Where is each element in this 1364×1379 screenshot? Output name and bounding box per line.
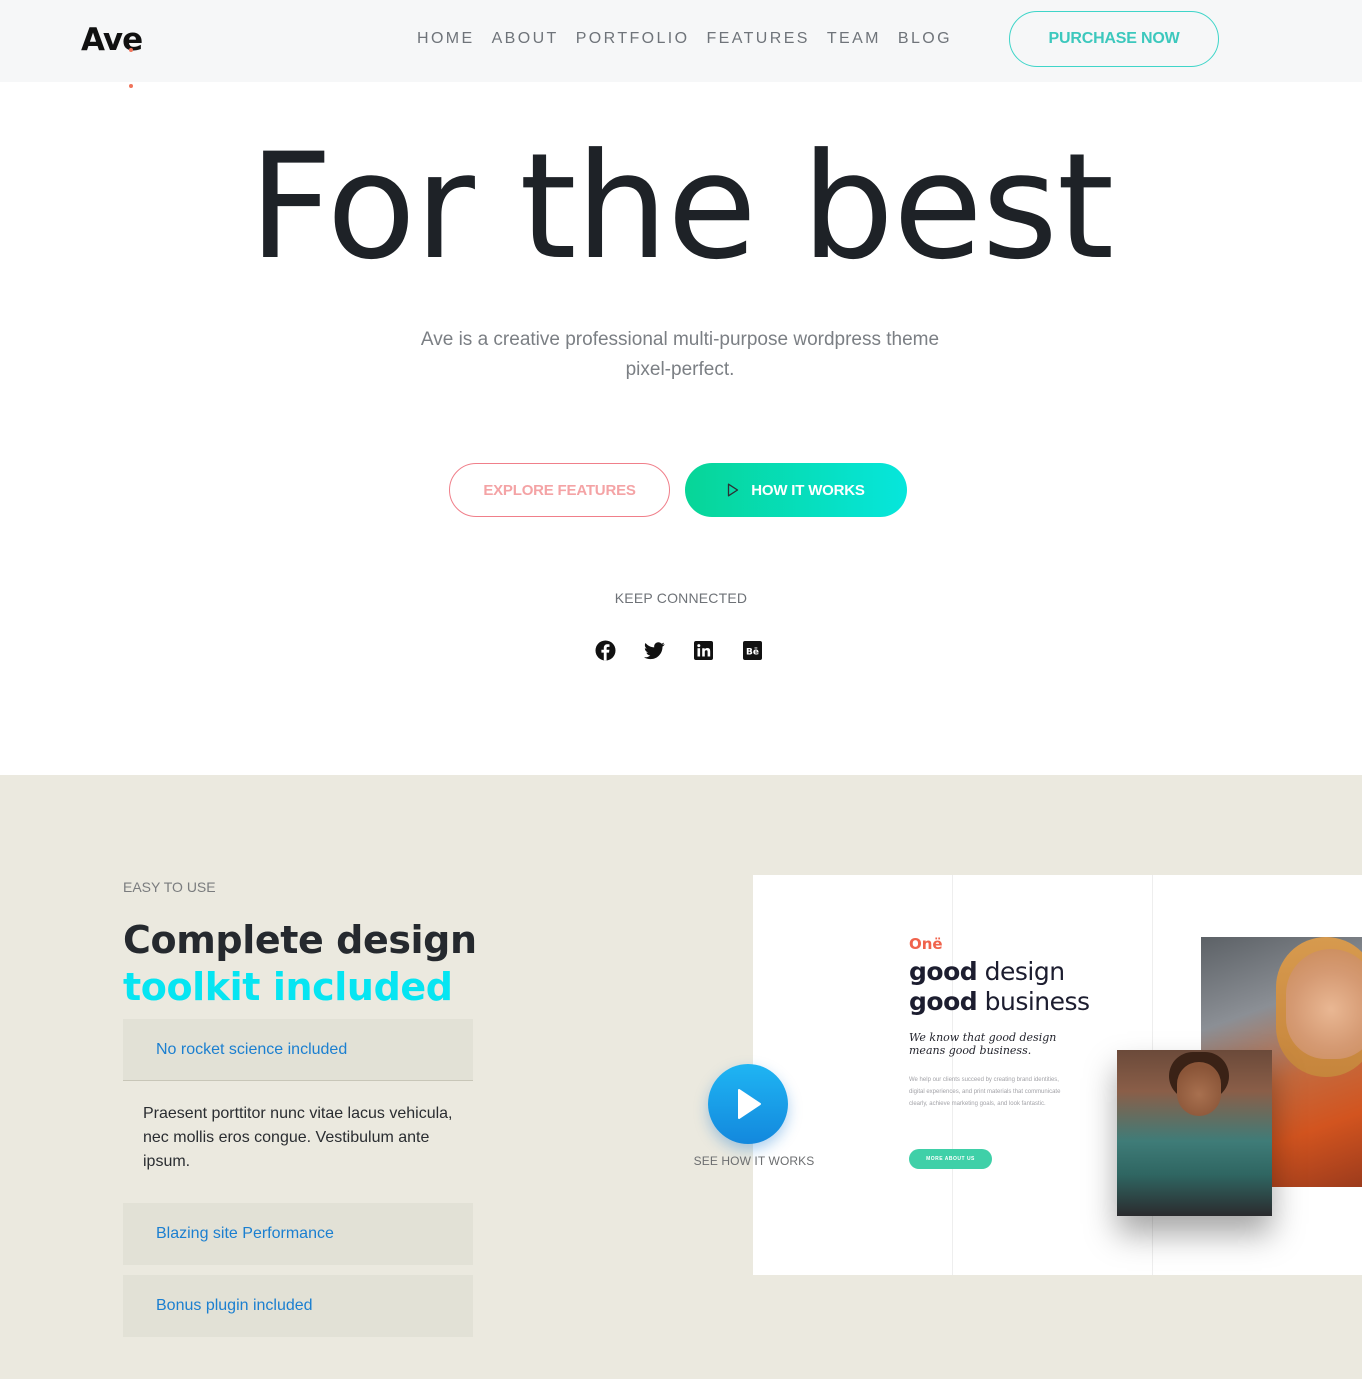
accordion-item-rocket-science[interactable]: No rocket science included: [123, 1019, 473, 1081]
preview-headline-rest-1: design: [977, 957, 1065, 986]
svg-text:Bē: Bē: [746, 648, 759, 658]
play-icon: [733, 1087, 763, 1121]
nav-team[interactable]: TEAM: [827, 30, 881, 48]
features-section: EASY TO USE Complete design toolkit incl…: [0, 775, 1362, 1379]
behance-icon[interactable]: Bē: [742, 640, 763, 661]
nav-portfolio[interactable]: PORTFOLIO: [576, 30, 690, 48]
preview-photo-woman-talking: [1117, 1050, 1272, 1216]
how-it-works-button[interactable]: HOW IT WORKS: [685, 463, 907, 517]
hero-title: For the best: [248, 122, 1114, 292]
social-links: Bē: [595, 640, 763, 661]
section-heading: Complete design toolkit included: [123, 917, 477, 1011]
twitter-icon[interactable]: [644, 640, 665, 661]
logo-dots: [129, 24, 140, 88]
preview-body: We help our clients succeed by creating …: [909, 1077, 1061, 1107]
video-label: SEE HOW IT WORKS: [693, 1154, 815, 1168]
accordion-title: Blazing site Performance: [156, 1225, 334, 1242]
linkedin-icon[interactable]: [693, 640, 714, 661]
hero-subtitle-line1: Ave is a creative professional multi-pur…: [420, 329, 940, 350]
accordion-item-performance[interactable]: Blazing site Performance: [123, 1203, 473, 1265]
accordion-title: Bonus plugin included: [156, 1297, 313, 1314]
site-header: Ave HOME ABOUT PORTFOLIO FEATURES TEAM B…: [0, 0, 1362, 88]
play-icon: [727, 483, 739, 497]
nav-blog[interactable]: BLOG: [898, 30, 952, 48]
video-play-button[interactable]: [708, 1064, 788, 1144]
preview-headline-bold-2: good: [909, 987, 978, 1016]
main-nav: HOME ABOUT PORTFOLIO FEATURES TEAM BLOG: [417, 30, 969, 48]
section-heading-accent: toolkit included: [123, 965, 453, 1009]
how-it-works-label: HOW IT WORKS: [751, 481, 865, 499]
accordion-item-bonus-plugin[interactable]: Bonus plugin included: [123, 1275, 473, 1337]
preview-button: MORE ABOUT US: [909, 1149, 992, 1169]
preview-tagline: We know that good design means good busi…: [909, 1031, 1056, 1057]
nav-about[interactable]: ABOUT: [492, 30, 559, 48]
preview-tagline-line2: means good business.: [909, 1044, 1032, 1057]
preview-headline-bold-1: good: [909, 957, 978, 986]
theme-preview-image: Onë good design good business We know th…: [753, 875, 1362, 1275]
section-eyebrow: EASY TO USE: [123, 879, 216, 895]
logo[interactable]: Ave: [81, 22, 143, 88]
hero-subtitle: Ave is a creative professional multi-pur…: [380, 325, 980, 385]
keep-connected-label: KEEP CONNECTED: [614, 590, 748, 606]
preview-headline: good design good business: [909, 957, 1090, 1017]
section-heading-line1: Complete design: [123, 918, 477, 962]
nav-home[interactable]: HOME: [417, 30, 475, 48]
facebook-icon[interactable]: [595, 640, 616, 661]
photo-face: [1286, 949, 1362, 1059]
nav-features[interactable]: FEATURES: [707, 30, 810, 48]
preview-logo: Onë: [909, 935, 943, 953]
photo-face: [1177, 1062, 1221, 1116]
explore-features-button[interactable]: EXPLORE FEATURES: [449, 463, 670, 517]
purchase-now-button[interactable]: PURCHASE NOW: [1009, 11, 1219, 67]
preview-tagline-line1: We know that good design: [909, 1031, 1057, 1044]
preview-headline-rest-2: business: [977, 987, 1090, 1016]
hero-subtitle-line2: pixel-perfect.: [625, 359, 735, 380]
accordion-title: No rocket science included: [156, 1040, 348, 1058]
accordion-body: Praesent porttitor nunc vitae lacus vehi…: [143, 1105, 453, 1170]
